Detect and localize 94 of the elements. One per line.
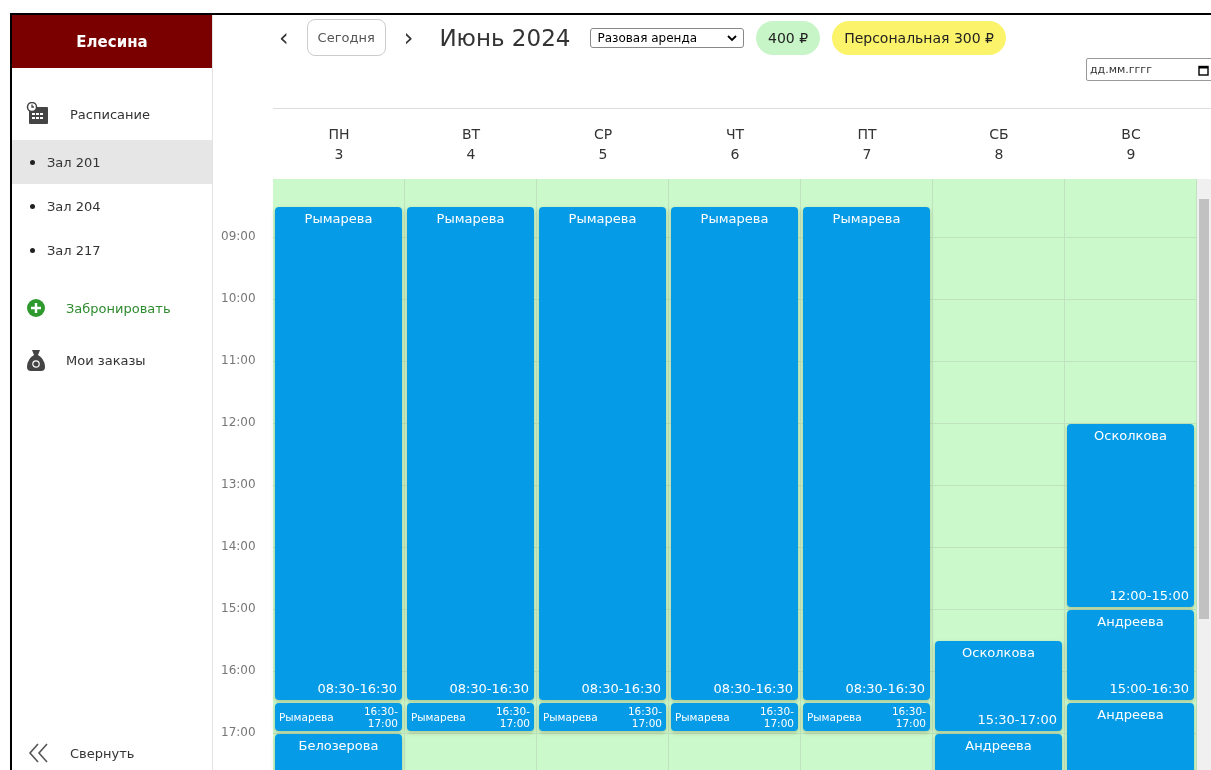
event-time: 16:30-17:00 [494, 704, 530, 729]
price-badge: 400 ₽ [756, 20, 821, 55]
event-name: Андреева [1096, 706, 1165, 722]
user-name-header: Елесина [12, 15, 212, 68]
hall-item[interactable]: Зал 204 [12, 184, 212, 228]
booking-event[interactable]: Осколкова 12:00-15:00 [1067, 423, 1194, 607]
booking-event[interactable]: Рымарева 08:30-16:30 [407, 206, 534, 700]
time-label: 12:00 [221, 414, 256, 429]
event-time: 16:30-17:00 [626, 704, 662, 729]
scrollbar[interactable] [1197, 179, 1211, 770]
weekday-label: СБ [989, 126, 1009, 142]
booking-event[interactable]: Рымарева 08:30-16:30 [275, 206, 402, 700]
event-time: 16:30-17:00 [758, 704, 794, 729]
calendar-icon [1198, 65, 1209, 76]
booking-event[interactable]: Рымарева 16:30-17:00 [539, 702, 666, 731]
date-label: 5 [598, 146, 608, 162]
time-label: 17:00 [221, 724, 256, 739]
nav-item[interactable]: Расписание [12, 88, 212, 140]
booking-event[interactable]: Андреева [935, 733, 1062, 770]
booking-event[interactable]: Рымарева 16:30-17:00 [803, 702, 930, 731]
month-title: Июнь 2024 [439, 24, 571, 51]
event-time: 08:30-16:30 [844, 680, 925, 696]
today-button[interactable]: Сегодня [306, 19, 386, 56]
plus-icon [26, 298, 46, 318]
event-name: Белозерова [297, 737, 380, 753]
date-label: 6 [730, 146, 740, 162]
time-label: 15:00 [221, 600, 256, 615]
time-label: 09:00 [221, 228, 256, 243]
time-label: 11:00 [221, 352, 256, 367]
event-name: Рымарева [435, 210, 506, 226]
bullet-icon [30, 159, 35, 165]
event-name: Рымарева [279, 710, 334, 723]
booking-event[interactable]: Рымарева 16:30-17:00 [407, 702, 534, 731]
booking-event[interactable]: Рымарева 16:30-17:00 [275, 702, 402, 731]
event-name: Рымарева [831, 210, 902, 226]
booking-event[interactable]: Белозерова [275, 733, 402, 770]
date-label: 4 [466, 146, 476, 162]
weekday-label: ЧТ [725, 126, 745, 142]
time-label: 14:00 [221, 538, 256, 553]
double-chevron-left-icon [28, 742, 50, 764]
booking-event[interactable]: Осколкова 15:30-17:00 [935, 640, 1062, 731]
event-name: Рымарева [303, 210, 374, 226]
event-time: 15:00-16:30 [1108, 680, 1189, 696]
weekday-label: ВС [1121, 126, 1141, 142]
booking-event[interactable]: Рымарева 16:30-17:00 [671, 702, 798, 731]
booking-event[interactable]: Рымарева 08:30-16:30 [539, 206, 666, 700]
book-link[interactable]: Забронировать [12, 282, 212, 334]
booking-event[interactable]: Рымарева 08:30-16:30 [671, 206, 798, 700]
event-time: 08:30-16:30 [316, 680, 397, 696]
booking-event[interactable]: Андреева 15:00-16:30 [1067, 609, 1194, 700]
time-label: 16:00 [221, 662, 256, 677]
event-name: Рымарева [675, 710, 730, 723]
event-name: Андреева [1096, 613, 1165, 629]
event-name: Осколкова [1093, 427, 1168, 443]
event-name: Рымарева [567, 210, 638, 226]
event-time: 16:30-17:00 [890, 704, 926, 729]
hall-item[interactable]: Зал 217 [12, 228, 212, 272]
event-name: Рымарева [699, 210, 770, 226]
date-label: 8 [994, 146, 1004, 162]
event-time: 08:30-16:30 [580, 680, 661, 696]
weekday-label: ПН [328, 126, 350, 142]
event-name: Рымарева [543, 710, 598, 723]
money-bag-icon [26, 348, 46, 372]
bullet-icon [30, 247, 35, 253]
time-label: 10:00 [221, 290, 256, 305]
date-input-field[interactable]: дд.мм.гггг [1086, 58, 1211, 81]
calendar-clock-icon [26, 102, 50, 126]
nav-item[interactable]: Мои заказы [12, 334, 212, 386]
event-time: 08:30-16:30 [712, 680, 793, 696]
chevron-down-icon [727, 33, 738, 42]
event-name: Андреева [964, 737, 1033, 753]
event-time: 08:30-16:30 [448, 680, 529, 696]
next-button[interactable]: › [397, 23, 420, 52]
event-name: Рымарева [807, 710, 862, 723]
bullet-icon [30, 203, 35, 209]
hall-item[interactable]: Зал 201 [12, 140, 212, 184]
event-name: Рымарева [411, 710, 466, 723]
weekday-label: СР [593, 126, 613, 142]
booking-event[interactable]: Андреева [1067, 702, 1194, 770]
date-label: 7 [862, 146, 872, 162]
booking-event[interactable]: Рымарева 08:30-16:30 [803, 206, 930, 700]
event-time: 15:30-17:00 [976, 711, 1057, 727]
date-label: 9 [1126, 146, 1136, 162]
event-name: Осколкова [961, 644, 1036, 660]
rent-type-select[interactable]: Разовая аренда [590, 27, 745, 48]
collapse-button[interactable]: Свернуть [12, 742, 212, 770]
event-time: 12:00-15:00 [1108, 587, 1189, 603]
previous-button[interactable]: ‹ [273, 23, 295, 52]
date-label: 3 [334, 146, 344, 162]
weekday-label: ПТ [857, 126, 877, 142]
event-time: 16:30-17:00 [362, 704, 398, 729]
time-label: 13:00 [221, 476, 256, 491]
price-badge: Персональная 300 ₽ [832, 20, 1007, 55]
weekday-label: ВТ [461, 126, 481, 142]
